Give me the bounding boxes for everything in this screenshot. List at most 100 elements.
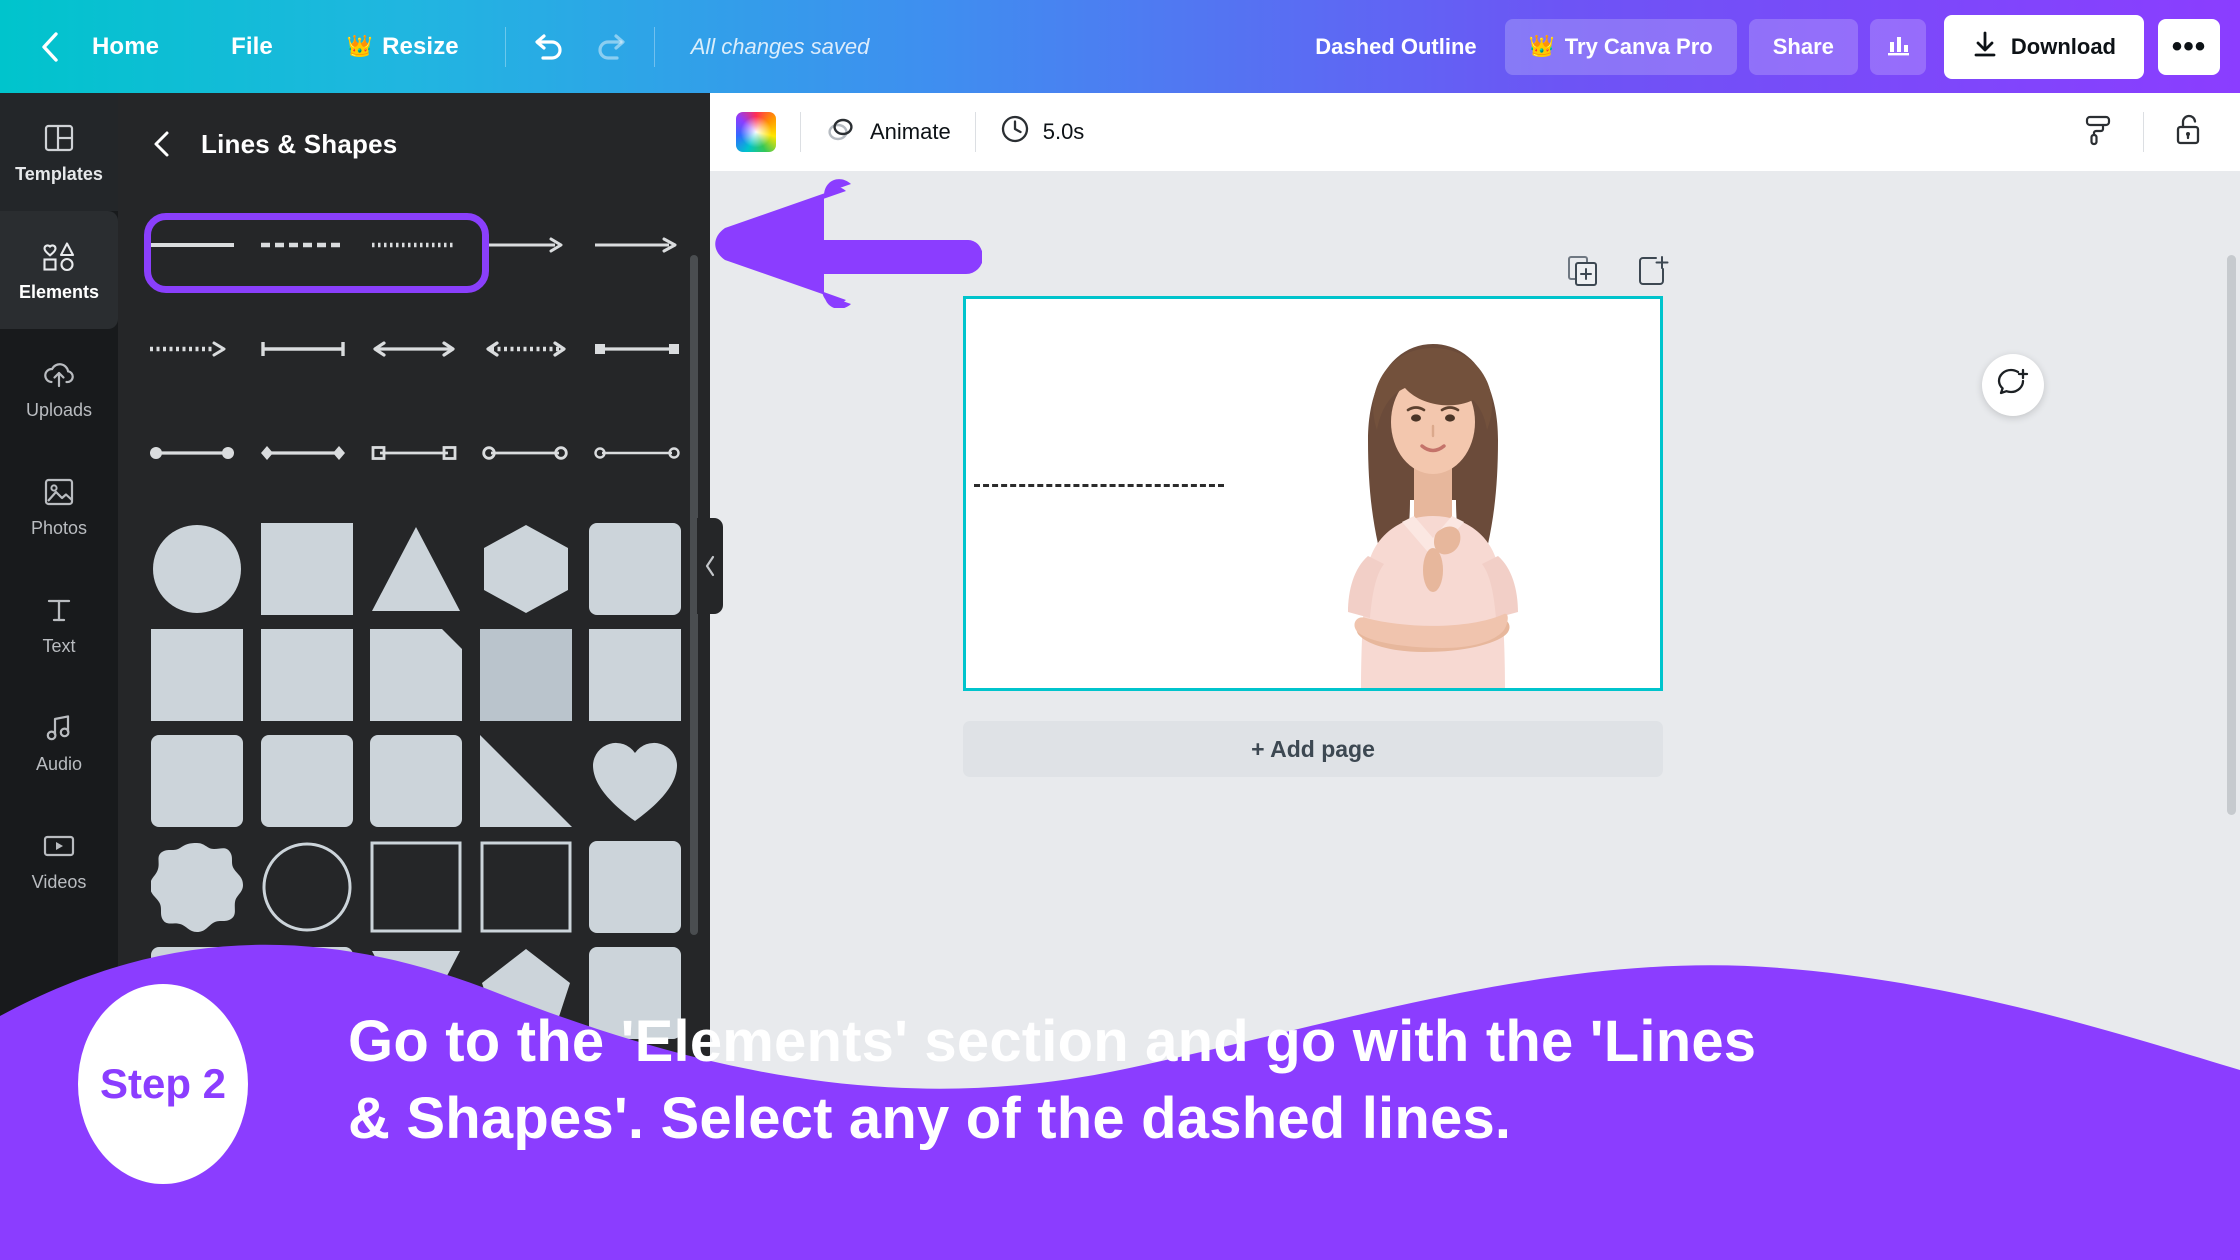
try-pro-label: Try Canva Pro — [1564, 33, 1713, 59]
sidebar-label-templates: Templates — [15, 164, 103, 184]
add-page-label: + Add page — [1251, 735, 1375, 762]
woman-photo[interactable] — [1308, 318, 1558, 688]
panel-header: Lines & Shapes — [118, 93, 710, 171]
add-comment-button[interactable] — [1982, 354, 2044, 416]
add-page-icon[interactable] — [1635, 253, 1671, 289]
file-menu-button[interactable]: File — [209, 23, 295, 71]
line-item-dotted[interactable] — [366, 215, 463, 275]
photos-image-icon — [39, 473, 79, 511]
pro-crown-icon: 👑 — [1528, 35, 1555, 58]
duration-button[interactable]: 5.0s — [1000, 114, 1084, 150]
sidebar-label-elements: Elements — [18, 282, 100, 302]
line-item-dotted-double-arrow[interactable] — [477, 319, 574, 379]
sidebar-item-elements[interactable]: Elements — [0, 211, 118, 329]
shape-item-triangle[interactable] — [370, 523, 462, 615]
lines-section — [118, 171, 710, 505]
shape-item-rounded-square-4[interactable] — [370, 735, 463, 827]
panel-title: Lines & Shapes — [201, 128, 398, 159]
line-item-open-circle-ends[interactable] — [477, 423, 574, 483]
paint-roller-button[interactable] — [2073, 106, 2125, 158]
animate-button[interactable]: Animate — [825, 114, 951, 150]
sidebar-item-templates[interactable]: Templates — [0, 93, 118, 211]
line-row — [143, 297, 685, 401]
line-item-circle-ends[interactable] — [143, 423, 240, 483]
sidebar-label-audio: Audio — [35, 754, 83, 774]
share-button[interactable]: Share — [1748, 18, 1858, 75]
line-item-solid[interactable] — [143, 215, 240, 275]
editor-scrollbar[interactable] — [2227, 255, 2236, 815]
line-item-open-square-ends[interactable] — [366, 423, 463, 483]
share-label: Share — [1772, 33, 1834, 59]
more-options-button[interactable]: ••• — [2158, 18, 2220, 75]
shape-item-rounded-square-2[interactable] — [151, 735, 243, 827]
add-page-button[interactable]: + Add page — [963, 721, 1663, 777]
canvas-toolbar: Animate 5.0s — [710, 93, 2240, 171]
canvas-toolbar-divider-2 — [974, 112, 976, 152]
unlocked-padlock-icon — [2173, 113, 2203, 152]
analytics-button[interactable] — [1869, 18, 1926, 75]
toolbar-divider-1 — [504, 26, 506, 67]
rainbow-color-swatch[interactable] — [736, 112, 776, 152]
top-toolbar-left: Home File 👑 Resize All changes saved — [0, 0, 869, 93]
file-label: File — [231, 32, 273, 60]
shape-item-square-2[interactable] — [151, 629, 243, 721]
try-canva-pro-button[interactable]: 👑 Try Canva Pro — [1504, 18, 1737, 75]
shape-item-heart[interactable] — [589, 735, 681, 827]
shape-item-square-5[interactable] — [589, 629, 682, 721]
shape-item-square-3[interactable] — [260, 629, 353, 721]
sidebar-label-uploads: Uploads — [25, 400, 93, 420]
canva-editor-screenshot: Home File 👑 Resize All changes saved Das… — [0, 0, 2240, 1260]
download-label: Download — [2010, 33, 2116, 59]
resize-label: Resize — [382, 32, 459, 60]
caption-line-2: & Shapes'. Select any of the dashed line… — [348, 1085, 1512, 1151]
audio-note-icon — [39, 709, 79, 747]
videos-play-icon — [39, 827, 79, 865]
line-item-square-ends[interactable] — [588, 319, 685, 379]
sidebar-item-audio[interactable]: Audio — [0, 683, 118, 801]
design-title[interactable]: Dashed Outline — [1315, 34, 1476, 60]
sidebar-item-text[interactable]: Text — [0, 565, 118, 683]
back-chevron-icon[interactable] — [30, 24, 70, 70]
page-tools — [1565, 253, 1671, 289]
shape-item-hexagon[interactable] — [480, 523, 572, 615]
uploads-cloud-icon — [39, 355, 79, 393]
line-item-double-arrow[interactable] — [366, 319, 463, 379]
home-button[interactable]: Home — [70, 23, 181, 71]
sidebar-item-videos[interactable]: Videos — [0, 801, 118, 919]
download-button[interactable]: Download — [1943, 14, 2144, 79]
line-item-dotted-arrow[interactable] — [143, 319, 240, 379]
line-item-diamond-ends[interactable] — [254, 423, 351, 483]
shape-item-square[interactable] — [260, 523, 353, 615]
text-t-icon — [39, 591, 79, 629]
resize-button[interactable]: 👑 Resize — [325, 23, 481, 71]
undo-button[interactable] — [520, 20, 574, 74]
sidebar-item-photos[interactable]: Photos — [0, 447, 118, 565]
design-page[interactable] — [963, 296, 1663, 691]
add-comment-icon — [1997, 367, 2029, 404]
shape-item-right-triangle[interactable] — [479, 735, 572, 827]
elements-icon — [39, 237, 79, 275]
shape-item-rounded-square[interactable] — [589, 523, 682, 615]
line-item-small-open-circle-ends[interactable] — [588, 423, 685, 483]
step-badge-label: Step 2 — [99, 1060, 227, 1107]
panel-back-chevron-icon[interactable] — [145, 127, 179, 161]
dashed-line-element[interactable] — [974, 484, 1224, 487]
step-badge: Step 2 — [78, 984, 248, 1184]
shape-item-rounded-square-3[interactable] — [260, 735, 353, 827]
sidebar-label-text: Text — [42, 636, 76, 656]
redo-button[interactable] — [586, 20, 640, 74]
crown-icon: 👑 — [346, 35, 374, 58]
line-item-long-arrow[interactable] — [588, 215, 685, 275]
sidebar-item-uploads[interactable]: Uploads — [0, 329, 118, 447]
lock-button[interactable] — [2162, 106, 2214, 158]
line-item-dashed[interactable] — [254, 215, 351, 275]
panel-collapse-handle[interactable] — [697, 518, 723, 614]
shape-item-square-highlighted[interactable] — [479, 629, 572, 721]
duplicate-page-icon[interactable] — [1565, 253, 1601, 289]
shape-item-circle[interactable] — [151, 523, 243, 615]
bar-chart-icon — [1884, 30, 1912, 63]
line-item-arrow[interactable] — [477, 215, 574, 275]
top-toolbar: Home File 👑 Resize All changes saved Das… — [0, 0, 2240, 93]
line-item-bar-ends[interactable] — [254, 319, 351, 379]
shape-item-square-4[interactable] — [370, 629, 463, 721]
